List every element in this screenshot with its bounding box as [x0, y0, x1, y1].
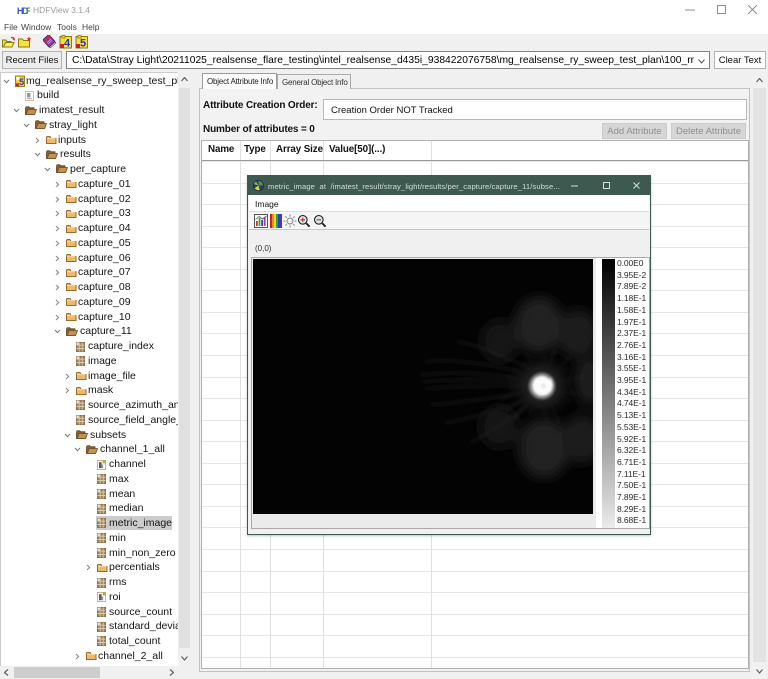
svg-text:F: F: [26, 6, 30, 15]
svg-text:4: 4: [64, 38, 71, 50]
svg-text:5: 5: [80, 38, 86, 50]
svg-text:5: 5: [19, 77, 24, 87]
